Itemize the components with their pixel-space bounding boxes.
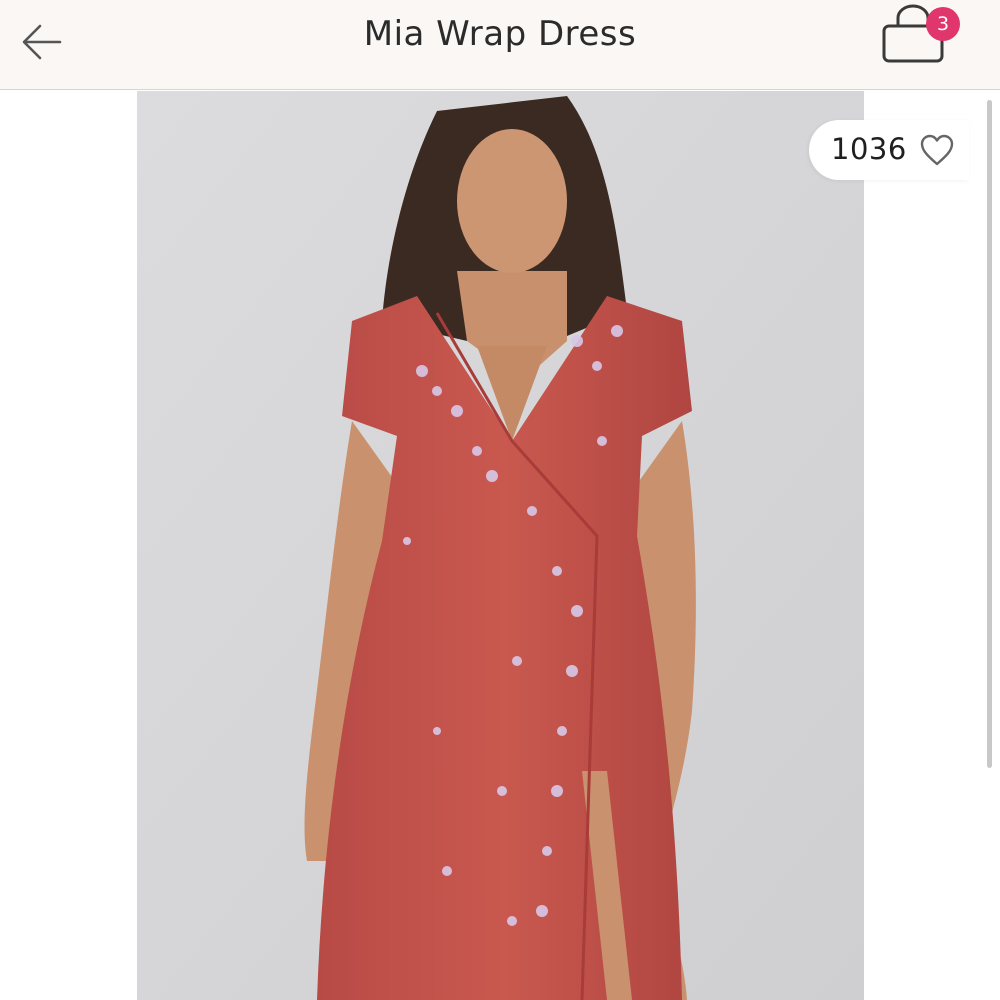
like-count: 1036 (831, 132, 907, 166)
cart-count-badge: 3 (926, 7, 960, 41)
heart-outline-icon (920, 134, 954, 166)
top-bar: Mia Wrap Dress 3 (0, 0, 1000, 90)
scrollbar[interactable] (987, 100, 992, 768)
product-image[interactable] (137, 91, 864, 1000)
page-title: Mia Wrap Dress (363, 14, 637, 54)
cart-button[interactable]: 3 (876, 4, 968, 74)
like-button[interactable]: 1036 (809, 120, 969, 180)
model-photo (137, 91, 864, 1000)
